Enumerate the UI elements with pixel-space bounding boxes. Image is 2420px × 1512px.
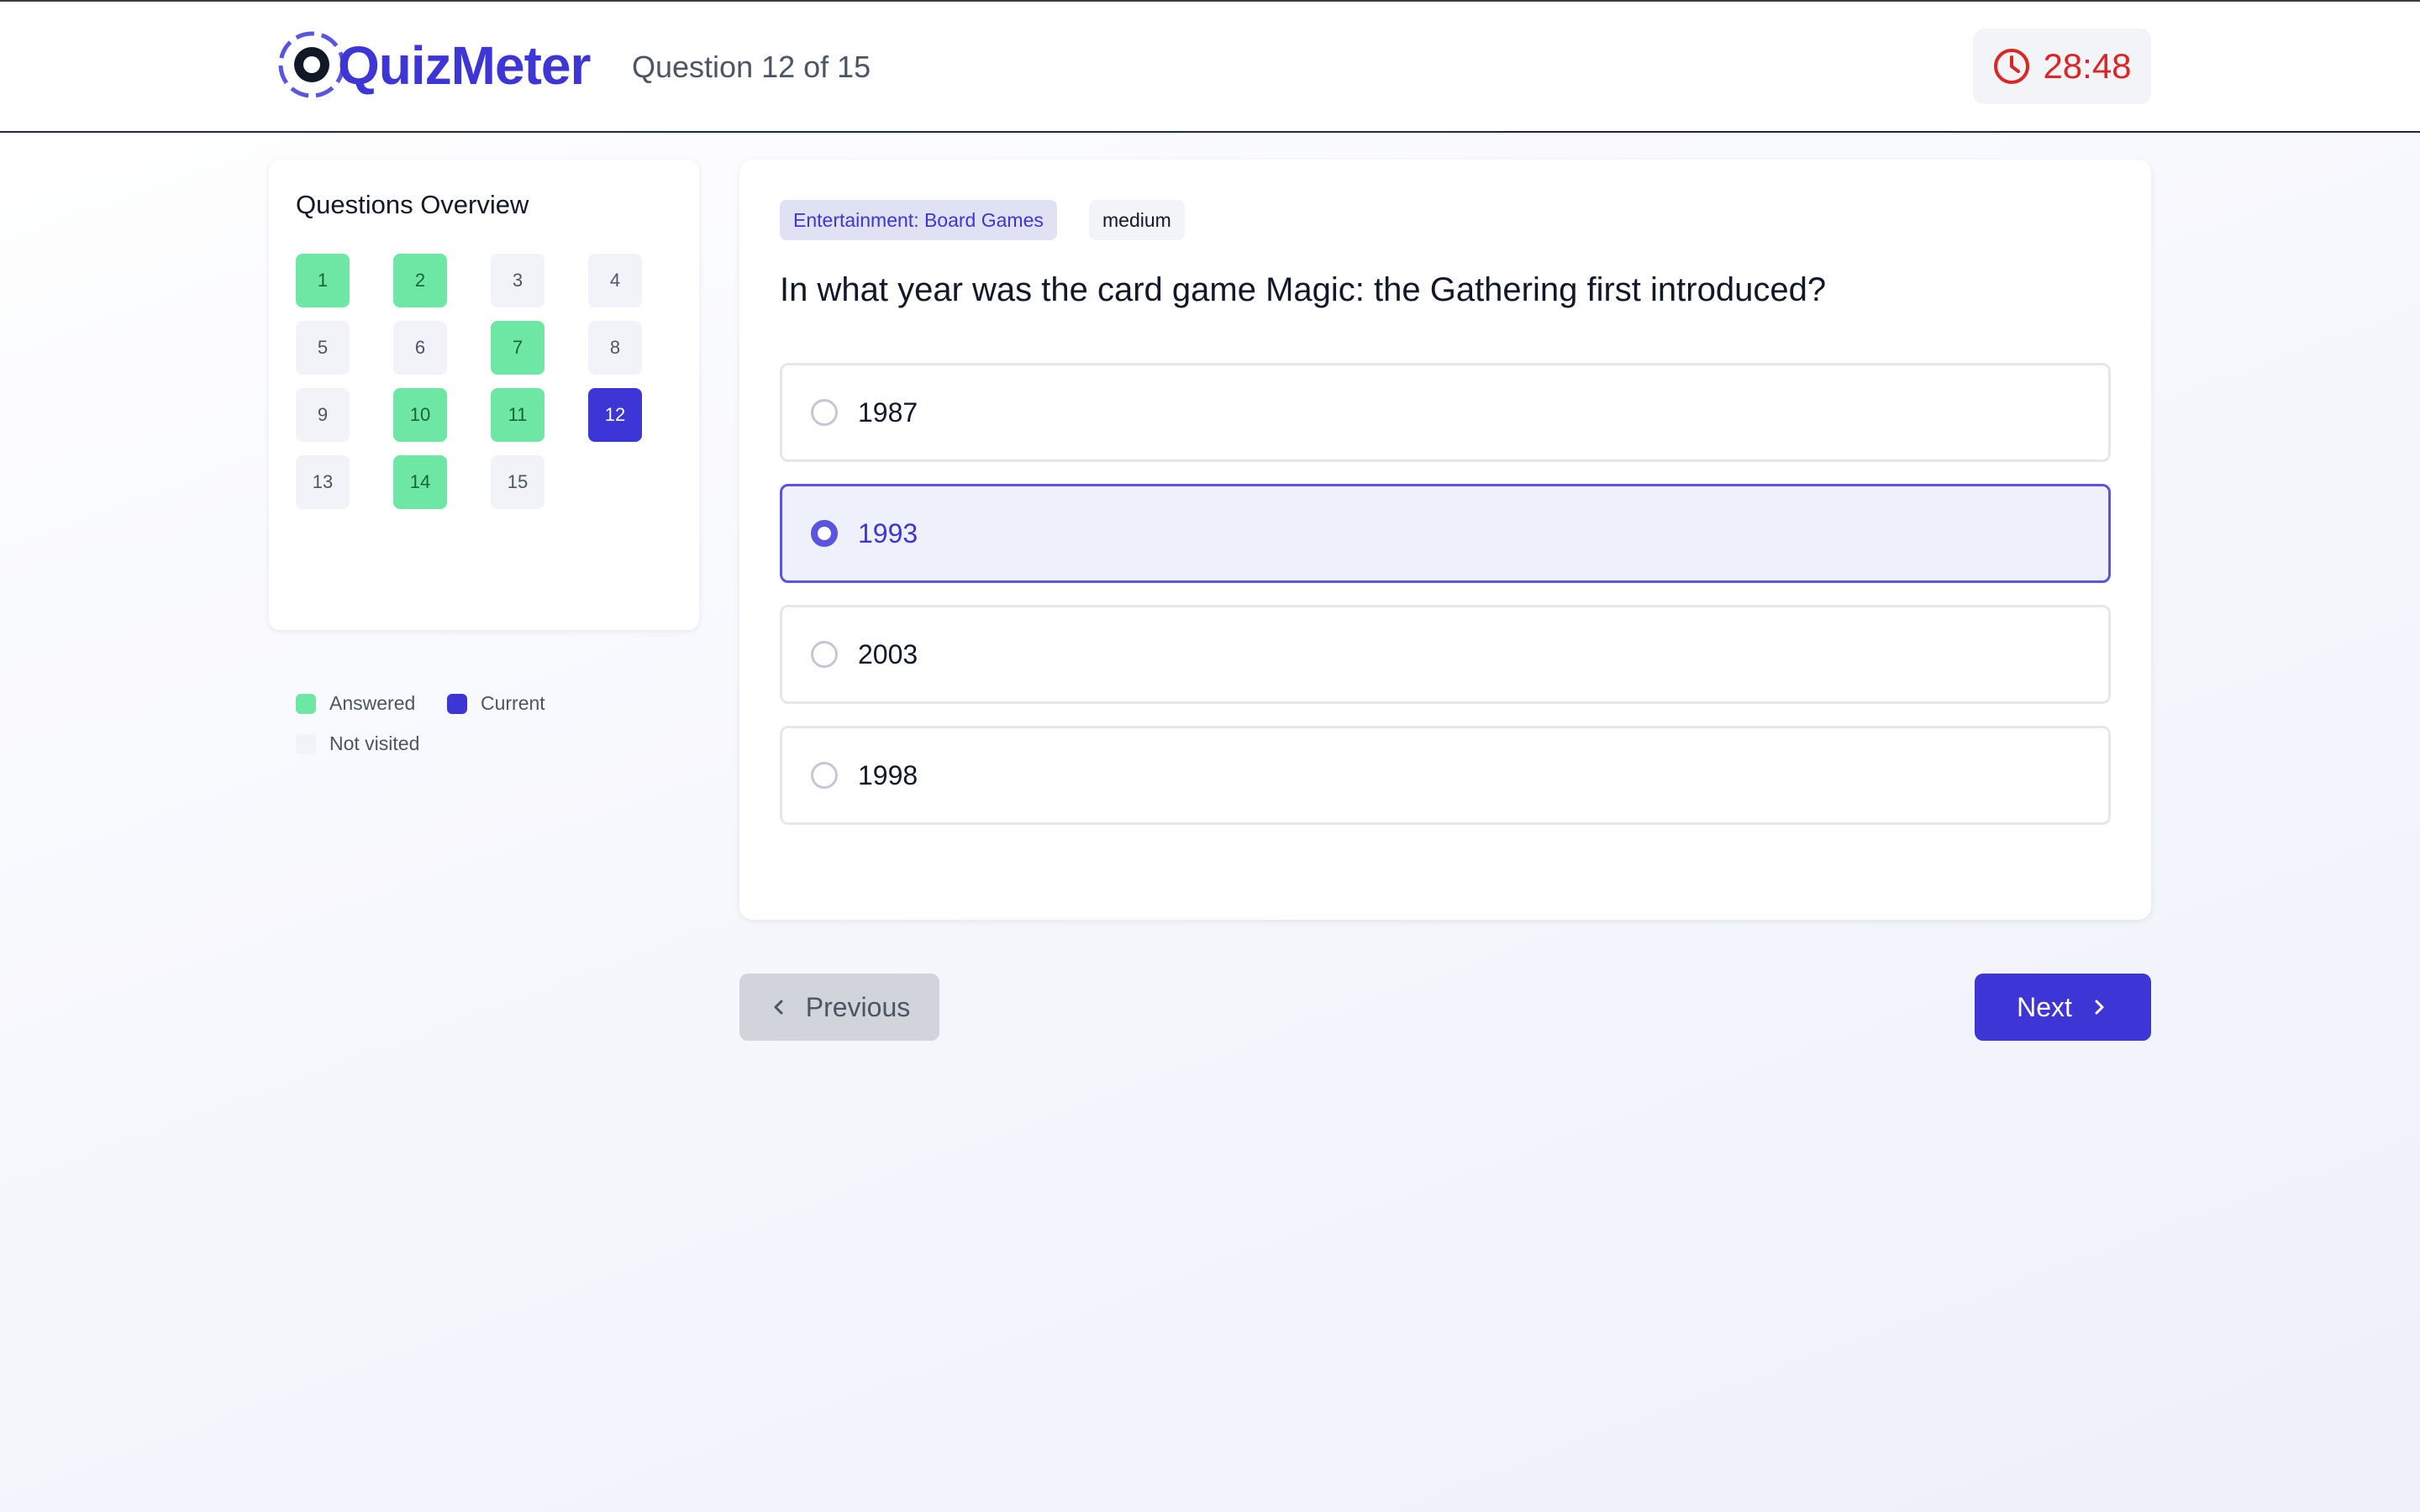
question-nav-item-2[interactable]: 2 bbox=[393, 254, 447, 307]
answered-swatch bbox=[296, 693, 316, 714]
question-nav-item-15[interactable]: 15 bbox=[491, 455, 544, 509]
legend-not-visited-label: Not visited bbox=[329, 732, 420, 754]
question-nav-item-3[interactable]: 3 bbox=[491, 254, 544, 307]
radio-icon[interactable] bbox=[811, 641, 838, 668]
not-visited-swatch bbox=[296, 733, 316, 754]
legend-answered-label: Answered bbox=[329, 692, 416, 714]
question-nav-item-1[interactable]: 1 bbox=[296, 254, 350, 307]
question-nav-item-5[interactable]: 5 bbox=[296, 321, 350, 375]
answer-option[interactable]: 1993 bbox=[780, 484, 2111, 583]
answer-option[interactable]: 1998 bbox=[780, 726, 2111, 825]
answer-option[interactable]: 2003 bbox=[780, 605, 2111, 704]
question-nav-item-13[interactable]: 13 bbox=[296, 455, 350, 509]
next-button[interactable]: Next bbox=[1975, 974, 2151, 1041]
question-nav-item-8[interactable]: 8 bbox=[588, 321, 642, 375]
difficulty-badge: medium bbox=[1089, 200, 1185, 240]
questions-overview-panel: Questions Overview 1 2 3 4 5 6 7 8 9 10 11 12 13 14 15… bbox=[269, 160, 699, 754]
previous-label: Previous bbox=[805, 991, 911, 1022]
category-badge: Entertainment: Board Games bbox=[780, 200, 1057, 240]
question-nav-item-12[interactable]: 12 bbox=[588, 388, 642, 442]
question-nav-item-9[interactable]: 9 bbox=[296, 388, 350, 442]
answer-option-label: 2003 bbox=[858, 638, 918, 669]
previous-button[interactable]: Previous bbox=[739, 974, 939, 1041]
legend-answered: Answered bbox=[296, 692, 415, 715]
chevron-right-icon bbox=[2095, 1000, 2104, 1015]
radio-icon[interactable] bbox=[811, 762, 838, 789]
answer-option-label: 1993 bbox=[858, 517, 918, 549]
legend-current-label: Current bbox=[481, 692, 545, 714]
legend-not-visited: Not visited bbox=[296, 732, 419, 755]
timer: 28:48 bbox=[1973, 29, 2151, 104]
brand-name: QuizMeter bbox=[338, 35, 591, 96]
header: QuizMeter Question 12 of 15 28:48 bbox=[0, 2, 2420, 133]
next-label: Next bbox=[2017, 991, 2072, 1022]
question-card: Entertainment: Board Games medium In wha… bbox=[739, 160, 2151, 920]
question-nav-item-4[interactable]: 4 bbox=[588, 254, 642, 307]
current-swatch bbox=[447, 693, 467, 714]
answer-option-label: 1987 bbox=[858, 396, 918, 428]
question-nav-item-11[interactable]: 11 bbox=[491, 388, 544, 442]
clock-icon bbox=[1994, 49, 2030, 84]
radio-selected-icon[interactable] bbox=[811, 520, 838, 547]
question-nav-item-6[interactable]: 6 bbox=[393, 321, 447, 375]
legend-current: Current bbox=[447, 692, 545, 715]
question-progress: Question 12 of 15 bbox=[632, 50, 871, 84]
radio-icon[interactable] bbox=[811, 399, 838, 426]
question-text: In what year was the card game Magic: th… bbox=[780, 271, 1827, 308]
logo-icon bbox=[278, 31, 345, 98]
timer-value: 28:48 bbox=[2043, 46, 2132, 86]
answer-option-label: 1998 bbox=[858, 759, 918, 790]
question-nav-item-10[interactable]: 10 bbox=[393, 388, 447, 442]
answer-option[interactable]: 1987 bbox=[780, 363, 2111, 462]
question-nav-item-7[interactable]: 7 bbox=[491, 321, 544, 375]
chevron-left-icon bbox=[774, 1000, 783, 1015]
question-nav-item-14[interactable]: 14 bbox=[393, 455, 447, 509]
overview-title: Questions Overview bbox=[296, 190, 529, 219]
